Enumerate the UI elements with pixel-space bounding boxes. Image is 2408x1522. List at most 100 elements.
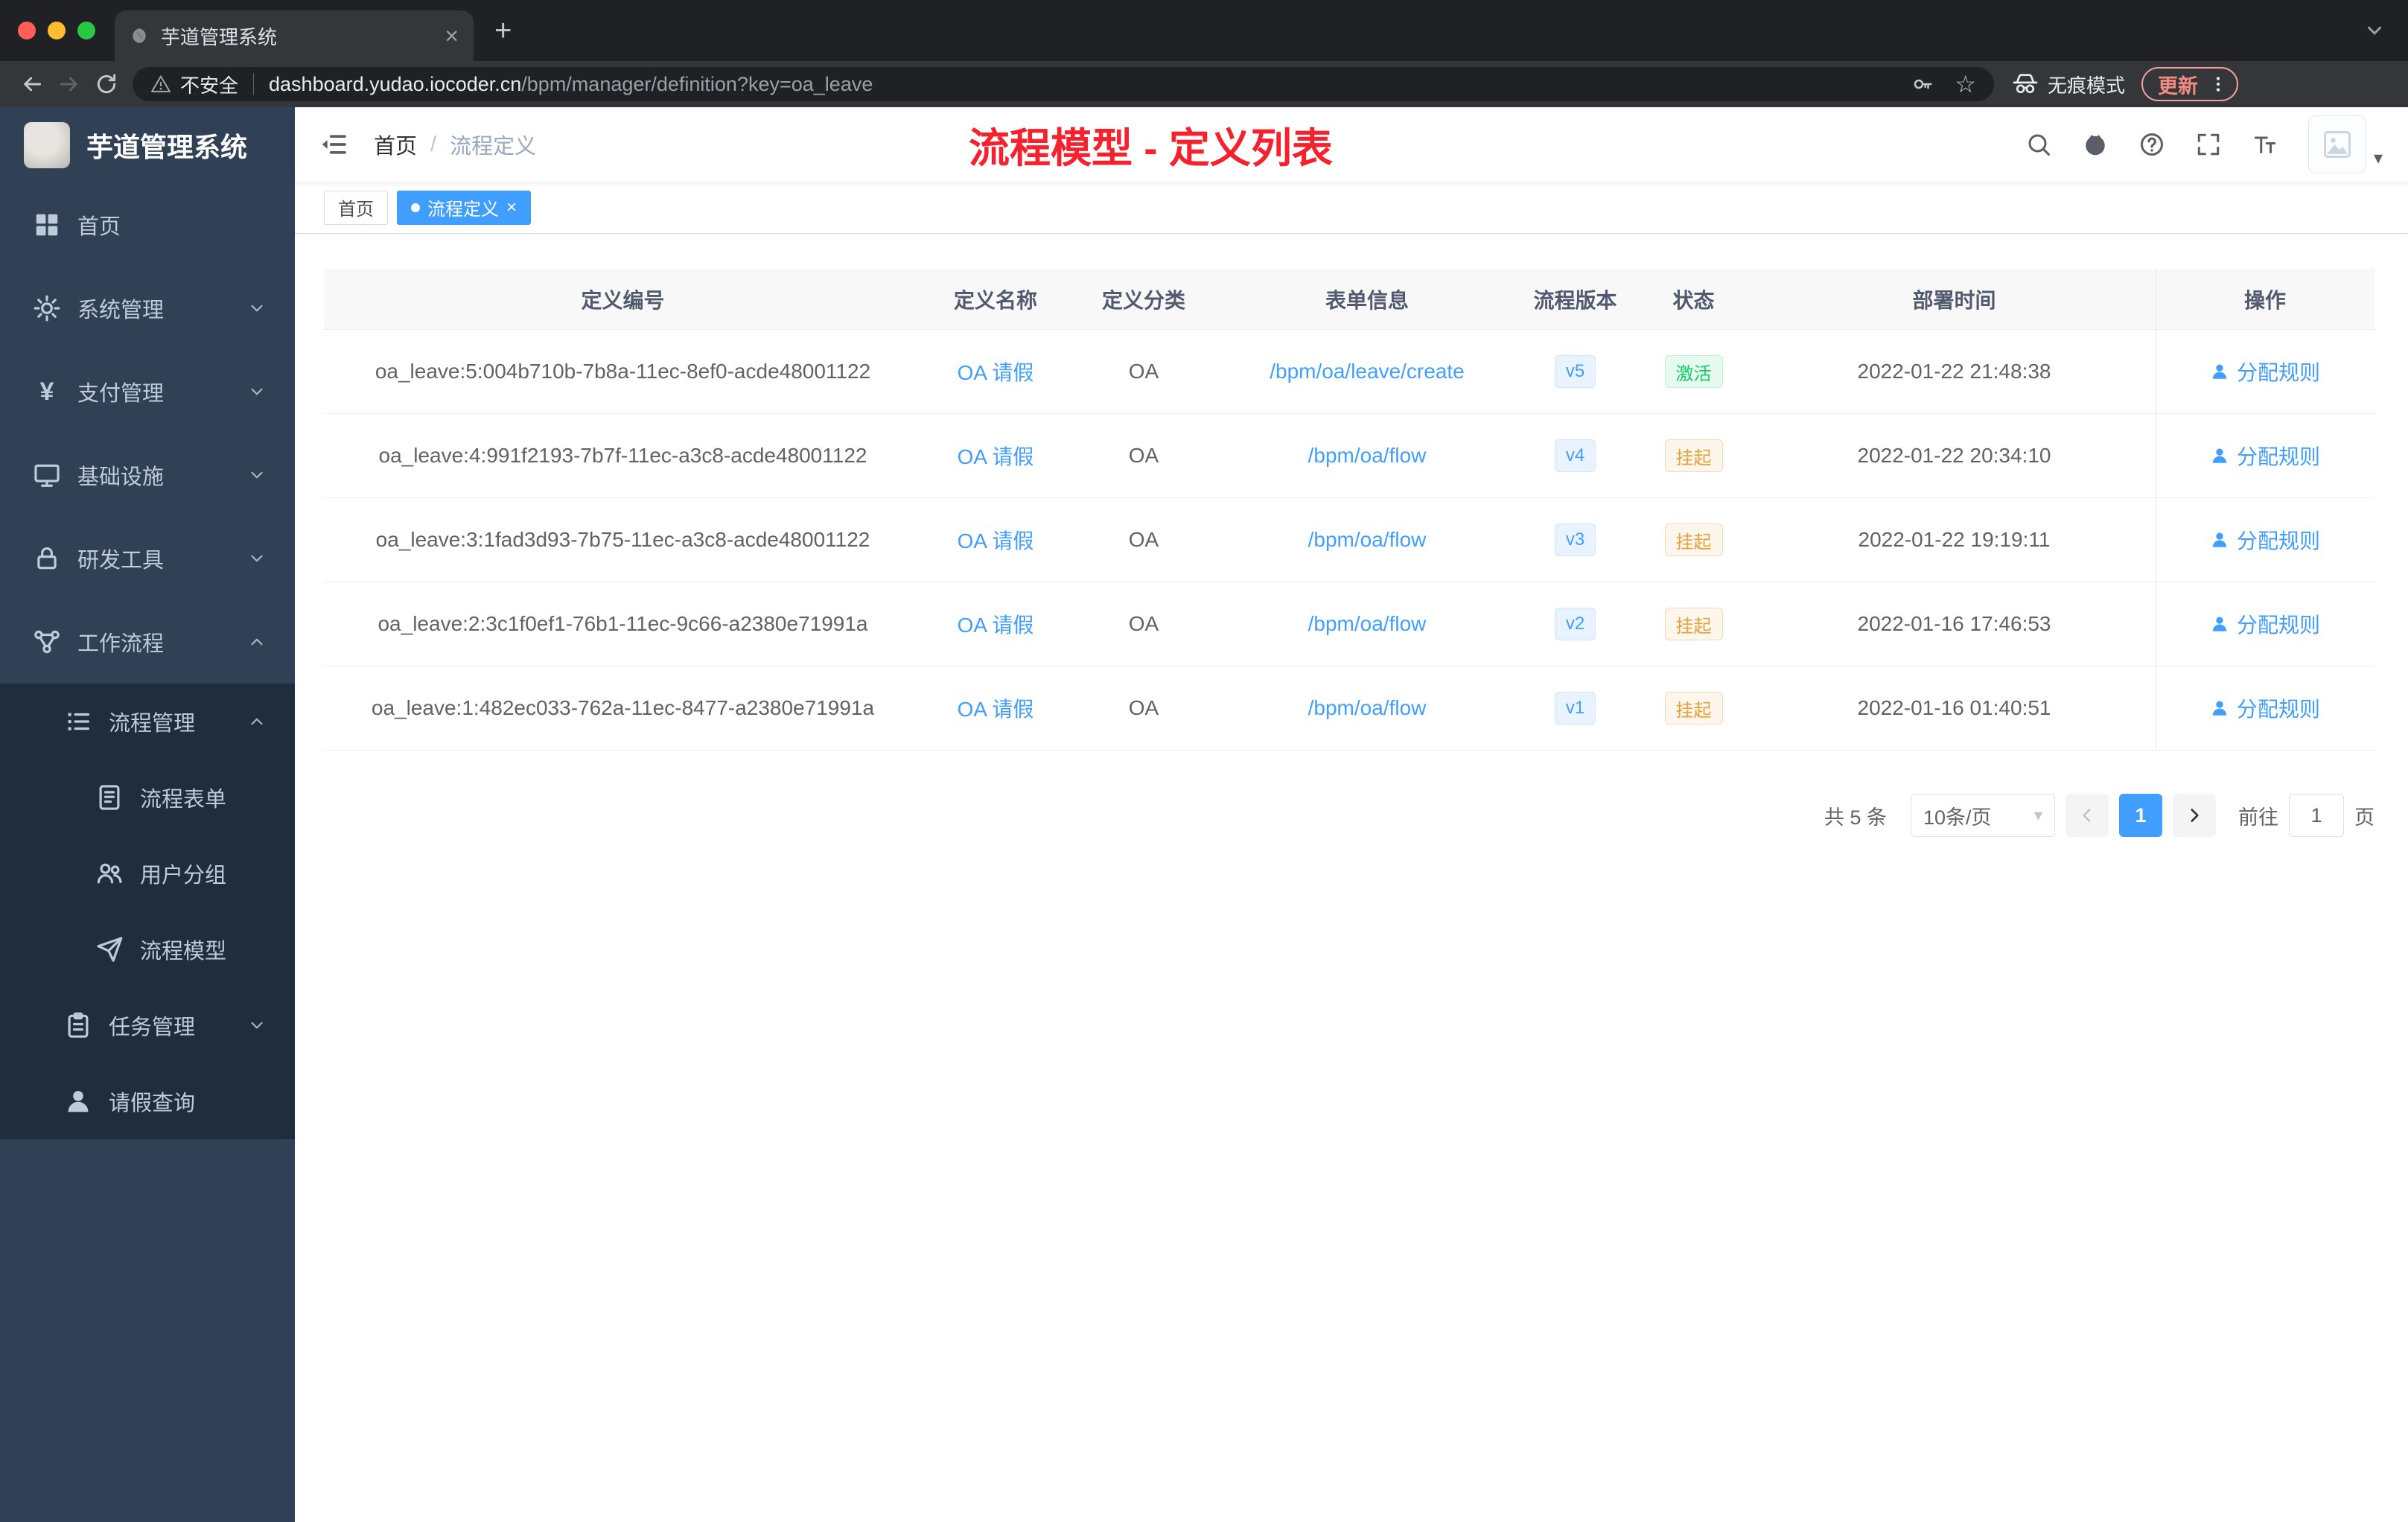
table-row: oa_leave:1:482ec033-762a-11ec-8477-a2380… bbox=[324, 666, 2374, 751]
goto-page-input[interactable] bbox=[2289, 794, 2344, 837]
minimize-window-button[interactable] bbox=[48, 22, 66, 39]
github-icon[interactable] bbox=[2082, 131, 2109, 158]
assign-rule-link[interactable]: 分配规则 bbox=[2210, 525, 2320, 555]
bookmark-star-icon[interactable]: ☆ bbox=[1955, 72, 1976, 96]
sidebar-item[interactable]: 首页 bbox=[0, 183, 295, 267]
close-icon[interactable]: × bbox=[506, 198, 517, 217]
table-body: oa_leave:5:004b710b-7b8a-11ec-8ef0-acde4… bbox=[324, 330, 2374, 751]
definition-name-link[interactable]: OA 请假 bbox=[958, 614, 1034, 637]
sidebar-item-label: 基础设施 bbox=[77, 465, 165, 489]
sidebar-item[interactable]: 任务管理 bbox=[0, 987, 295, 1063]
definition-id: oa_leave:3:1fad3d93-7b75-11ec-a3c8-acde4… bbox=[375, 528, 870, 551]
sidebar-item[interactable]: 请假查询 bbox=[0, 1063, 295, 1139]
incognito-badge: 无痕模式 bbox=[2012, 71, 2125, 98]
assign-rule-link[interactable]: 分配规则 bbox=[2210, 441, 2320, 471]
text-size-icon[interactable] bbox=[2252, 131, 2278, 158]
window-controls bbox=[0, 22, 115, 39]
breadcrumb-home[interactable]: 首页 bbox=[374, 129, 417, 160]
form-link[interactable]: /bpm/oa/flow bbox=[1308, 696, 1427, 719]
assign-rule-link[interactable]: 分配规则 bbox=[2210, 609, 2320, 639]
sidebar-item[interactable]: 流程表单 bbox=[0, 760, 295, 835]
chevron-down-icon bbox=[247, 549, 267, 568]
forward-button[interactable] bbox=[51, 66, 88, 103]
tag-label: 首页 bbox=[338, 200, 374, 220]
column-header: 表单信息 bbox=[1325, 288, 1409, 312]
question-icon[interactable] bbox=[2138, 131, 2165, 158]
tab-title: 芋道管理系统 bbox=[161, 25, 278, 48]
assign-rule-link[interactable]: 分配规则 bbox=[2210, 357, 2320, 386]
browser-menu-kebab-icon[interactable] bbox=[2208, 74, 2228, 94]
goto-unit-label: 页 bbox=[2354, 806, 2374, 829]
definition-name-link[interactable]: OA 请假 bbox=[958, 361, 1034, 384]
sidebar-menu: 首页系统管理 ¥ 支付管理基础设施研发工具 工作流程 流程管理流程表单用户分组流程模型任… bbox=[0, 183, 295, 1139]
form-link[interactable]: /bpm/oa/flow bbox=[1308, 444, 1427, 467]
browser-update-button[interactable]: 更新 bbox=[2141, 67, 2239, 101]
sidebar-item[interactable]: 研发工具 bbox=[0, 517, 295, 600]
tag-item[interactable]: 首页 bbox=[324, 190, 388, 225]
deploy-time: 2022-01-16 17:46:53 bbox=[1857, 612, 2051, 635]
app-title: 芋道管理系统 bbox=[86, 132, 248, 162]
definition-name-link[interactable]: OA 请假 bbox=[958, 698, 1034, 721]
chevron-down-icon bbox=[247, 465, 267, 485]
sidebar-item-label: 用户分组 bbox=[140, 864, 227, 888]
form-link[interactable]: /bpm/oa/leave/create bbox=[1270, 360, 1465, 383]
password-key-icon[interactable] bbox=[1911, 73, 1934, 95]
sidebar-item-label: 系统管理 bbox=[77, 299, 165, 322]
form-link[interactable]: /bpm/oa/flow bbox=[1308, 612, 1427, 635]
back-button[interactable] bbox=[13, 66, 51, 103]
current-page-button[interactable]: 1 bbox=[2119, 794, 2162, 837]
app-shell: 芋道管理系统 首页系统管理 ¥ 支付管理基础设施研发工具 工作流程 流程管理流程表单用户… bbox=[0, 107, 2408, 1522]
definition-name-link[interactable]: OA 请假 bbox=[958, 445, 1034, 468]
sidebar-toggle-icon[interactable] bbox=[319, 130, 348, 159]
tags-view: 首页 流程定义 × bbox=[295, 182, 2408, 234]
workflow-icon bbox=[33, 628, 61, 656]
sidebar-item-label: 流程表单 bbox=[140, 788, 227, 812]
page-size-value: 10条/页 bbox=[1923, 806, 1992, 829]
status-badge: 激活 bbox=[1664, 355, 1723, 388]
prev-page-button[interactable] bbox=[2065, 794, 2109, 837]
deploy-time: 2022-01-22 20:34:10 bbox=[1857, 444, 2051, 467]
tab-close-icon[interactable]: × bbox=[445, 24, 459, 48]
browser-tab[interactable]: 芋道管理系统 × bbox=[115, 10, 474, 61]
zoom-window-button[interactable] bbox=[77, 22, 95, 39]
avatar[interactable] bbox=[2307, 115, 2366, 173]
chevron-down-icon bbox=[247, 382, 267, 401]
url-domain: dashboard.yudao.iocoder.cn bbox=[269, 72, 522, 95]
url-text[interactable]: dashboard.yudao.iocoder.cn/bpm/manager/d… bbox=[269, 73, 873, 96]
sidebar-item[interactable]: ¥ 支付管理 bbox=[0, 350, 295, 433]
list-icon bbox=[64, 707, 92, 736]
not-secure-warning-icon[interactable] bbox=[150, 74, 171, 95]
deploy-time: 2022-01-22 21:48:38 bbox=[1857, 360, 2051, 383]
form-link[interactable]: /bpm/oa/flow bbox=[1308, 528, 1427, 551]
browser-toolbar: 不安全 dashboard.yudao.iocoder.cn/bpm/manag… bbox=[0, 61, 2408, 107]
new-tab-button[interactable]: + bbox=[494, 16, 512, 45]
sidebar-item[interactable]: 用户分组 bbox=[0, 835, 295, 911]
tag-active[interactable]: 流程定义 × bbox=[397, 190, 532, 225]
chevron-up-icon bbox=[247, 632, 267, 652]
sidebar-logo-row[interactable]: 芋道管理系统 bbox=[0, 107, 295, 183]
chevron-down-icon[interactable]: ▾ bbox=[2374, 147, 2383, 173]
security-label[interactable]: 不安全 bbox=[180, 71, 238, 98]
update-label: 更新 bbox=[2158, 74, 2199, 98]
address-bar[interactable]: 不安全 dashboard.yudao.iocoder.cn/bpm/manag… bbox=[133, 67, 1994, 101]
close-window-button[interactable] bbox=[18, 22, 36, 39]
reload-button[interactable] bbox=[88, 66, 125, 103]
sidebar-item[interactable]: 工作流程 bbox=[0, 600, 295, 684]
tab-search-chevron-icon[interactable] bbox=[2363, 19, 2386, 42]
column-header: 状态 bbox=[1672, 288, 1715, 312]
fullscreen-icon[interactable] bbox=[2195, 131, 2222, 158]
definition-table: 定义编号 定义名称 定义分类 表单信息 流程版本 状态 部署时间 操作 oa_leave:5:… bbox=[324, 269, 2374, 751]
assign-rule-link[interactable]: 分配规则 bbox=[2210, 693, 2320, 723]
sidebar-item[interactable]: 系统管理 bbox=[0, 267, 295, 350]
chevron-left-icon bbox=[2077, 806, 2097, 825]
sidebar-item[interactable]: 基础设施 bbox=[0, 433, 295, 517]
next-page-button[interactable] bbox=[2173, 794, 2216, 837]
page-size-select[interactable]: 10条/页 ▾ bbox=[1911, 794, 2055, 837]
chevron-down-icon: ▾ bbox=[2033, 806, 2042, 824]
definition-id: oa_leave:1:482ec033-762a-11ec-8477-a2380… bbox=[371, 696, 875, 719]
definition-name-link[interactable]: OA 请假 bbox=[958, 529, 1034, 553]
sidebar-item[interactable]: 流程管理 bbox=[0, 684, 295, 760]
sidebar-item[interactable]: 流程模型 bbox=[0, 911, 295, 987]
user-icon bbox=[2210, 446, 2229, 465]
search-icon[interactable] bbox=[2025, 131, 2052, 158]
